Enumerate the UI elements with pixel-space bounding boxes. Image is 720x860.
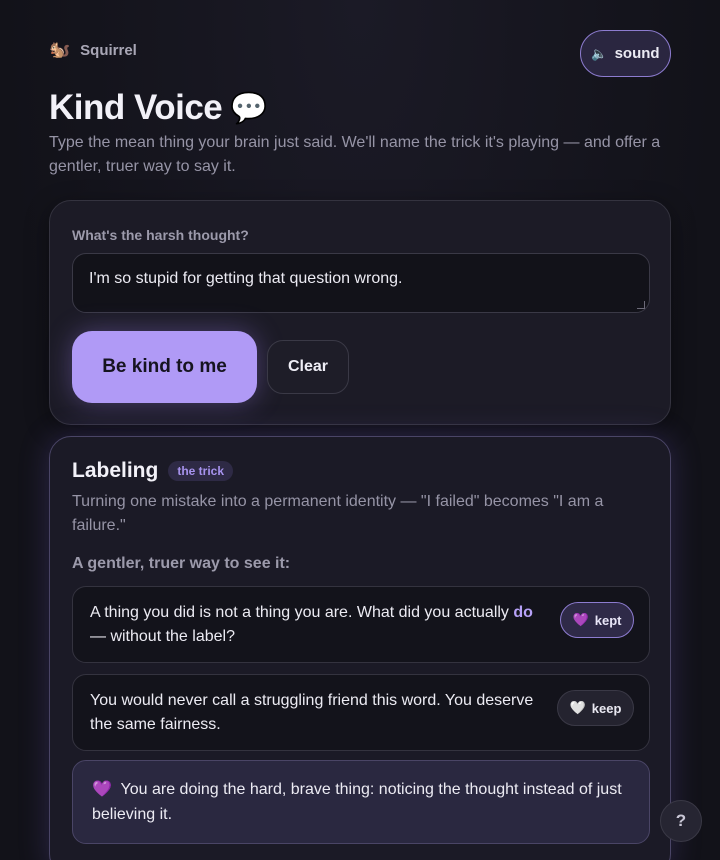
page-title-text: Kind Voice: [49, 88, 223, 127]
purple-heart-icon: 💜: [572, 612, 589, 627]
page-subtitle: Type the mean thing your brain just said…: [49, 134, 661, 175]
reframe-text-part: You would never call a struggling friend…: [90, 692, 534, 733]
affirmation-message: You are doing the hard, brave thing: not…: [92, 781, 622, 823]
trick-badge: the trick: [168, 461, 234, 481]
white-heart-icon: 🤍: [569, 700, 586, 715]
affirmation-text: 💜 You are doing the hard, brave thing: n…: [92, 777, 642, 827]
reframe-item: A thing you did is not a thing you are. …: [72, 586, 650, 663]
thought-field-label: What's the harsh thought?: [72, 227, 249, 243]
speaker-icon: 🔈: [591, 45, 608, 61]
brand: 🐿️ Squirrel: [49, 40, 137, 60]
speech-bubble-icon: 💬: [230, 91, 268, 125]
harsh-thought-textarea[interactable]: I'm so stupid for getting that question …: [72, 253, 650, 313]
sound-toggle-button[interactable]: 🔈 sound: [580, 30, 671, 77]
app-name: Squirrel: [80, 41, 137, 59]
distortion-name: Labeling: [72, 459, 159, 482]
purple-heart-icon: 💜: [92, 781, 112, 798]
keep-label: keep: [591, 700, 622, 716]
result-header: Labeling the trick: [72, 459, 234, 483]
resize-handle-icon[interactable]: [637, 301, 645, 309]
reframe-text: You would never call a struggling friend…: [90, 689, 550, 737]
kept-label: kept: [594, 612, 622, 628]
reframe-label: A gentler, truer way to see it:: [72, 555, 291, 572]
keep-button[interactable]: 🤍 keep: [557, 690, 634, 726]
harsh-thought-value: I'm so stupid for getting that question …: [89, 270, 403, 287]
affirmation-box: 💜 You are doing the hard, brave thing: n…: [72, 760, 650, 844]
reframe-emphasis: do: [513, 604, 533, 621]
result-card: Labeling the trick Turning one mistake i…: [49, 436, 671, 860]
input-card: What's the harsh thought? I'm so stupid …: [49, 200, 671, 425]
be-kind-button[interactable]: Be kind to me: [72, 331, 257, 403]
top-bar: 🐿️ Squirrel 🔈 sound: [49, 30, 671, 77]
page-title: Kind Voice 💬: [49, 88, 268, 128]
clear-button[interactable]: Clear: [267, 340, 349, 394]
kept-button[interactable]: 💜 kept: [560, 602, 634, 638]
squirrel-icon: 🐿️: [49, 40, 71, 59]
reframe-text: A thing you did is not a thing you are. …: [90, 601, 550, 649]
reframe-item: You would never call a struggling friend…: [72, 674, 650, 751]
reframe-text-part: A thing you did is not a thing you are. …: [90, 604, 514, 621]
reframe-text-part: — without the label?: [90, 628, 235, 645]
sound-label: sound: [614, 45, 660, 62]
help-button[interactable]: ?: [660, 800, 702, 842]
distortion-description: Turning one mistake into a permanent ide…: [72, 493, 604, 534]
